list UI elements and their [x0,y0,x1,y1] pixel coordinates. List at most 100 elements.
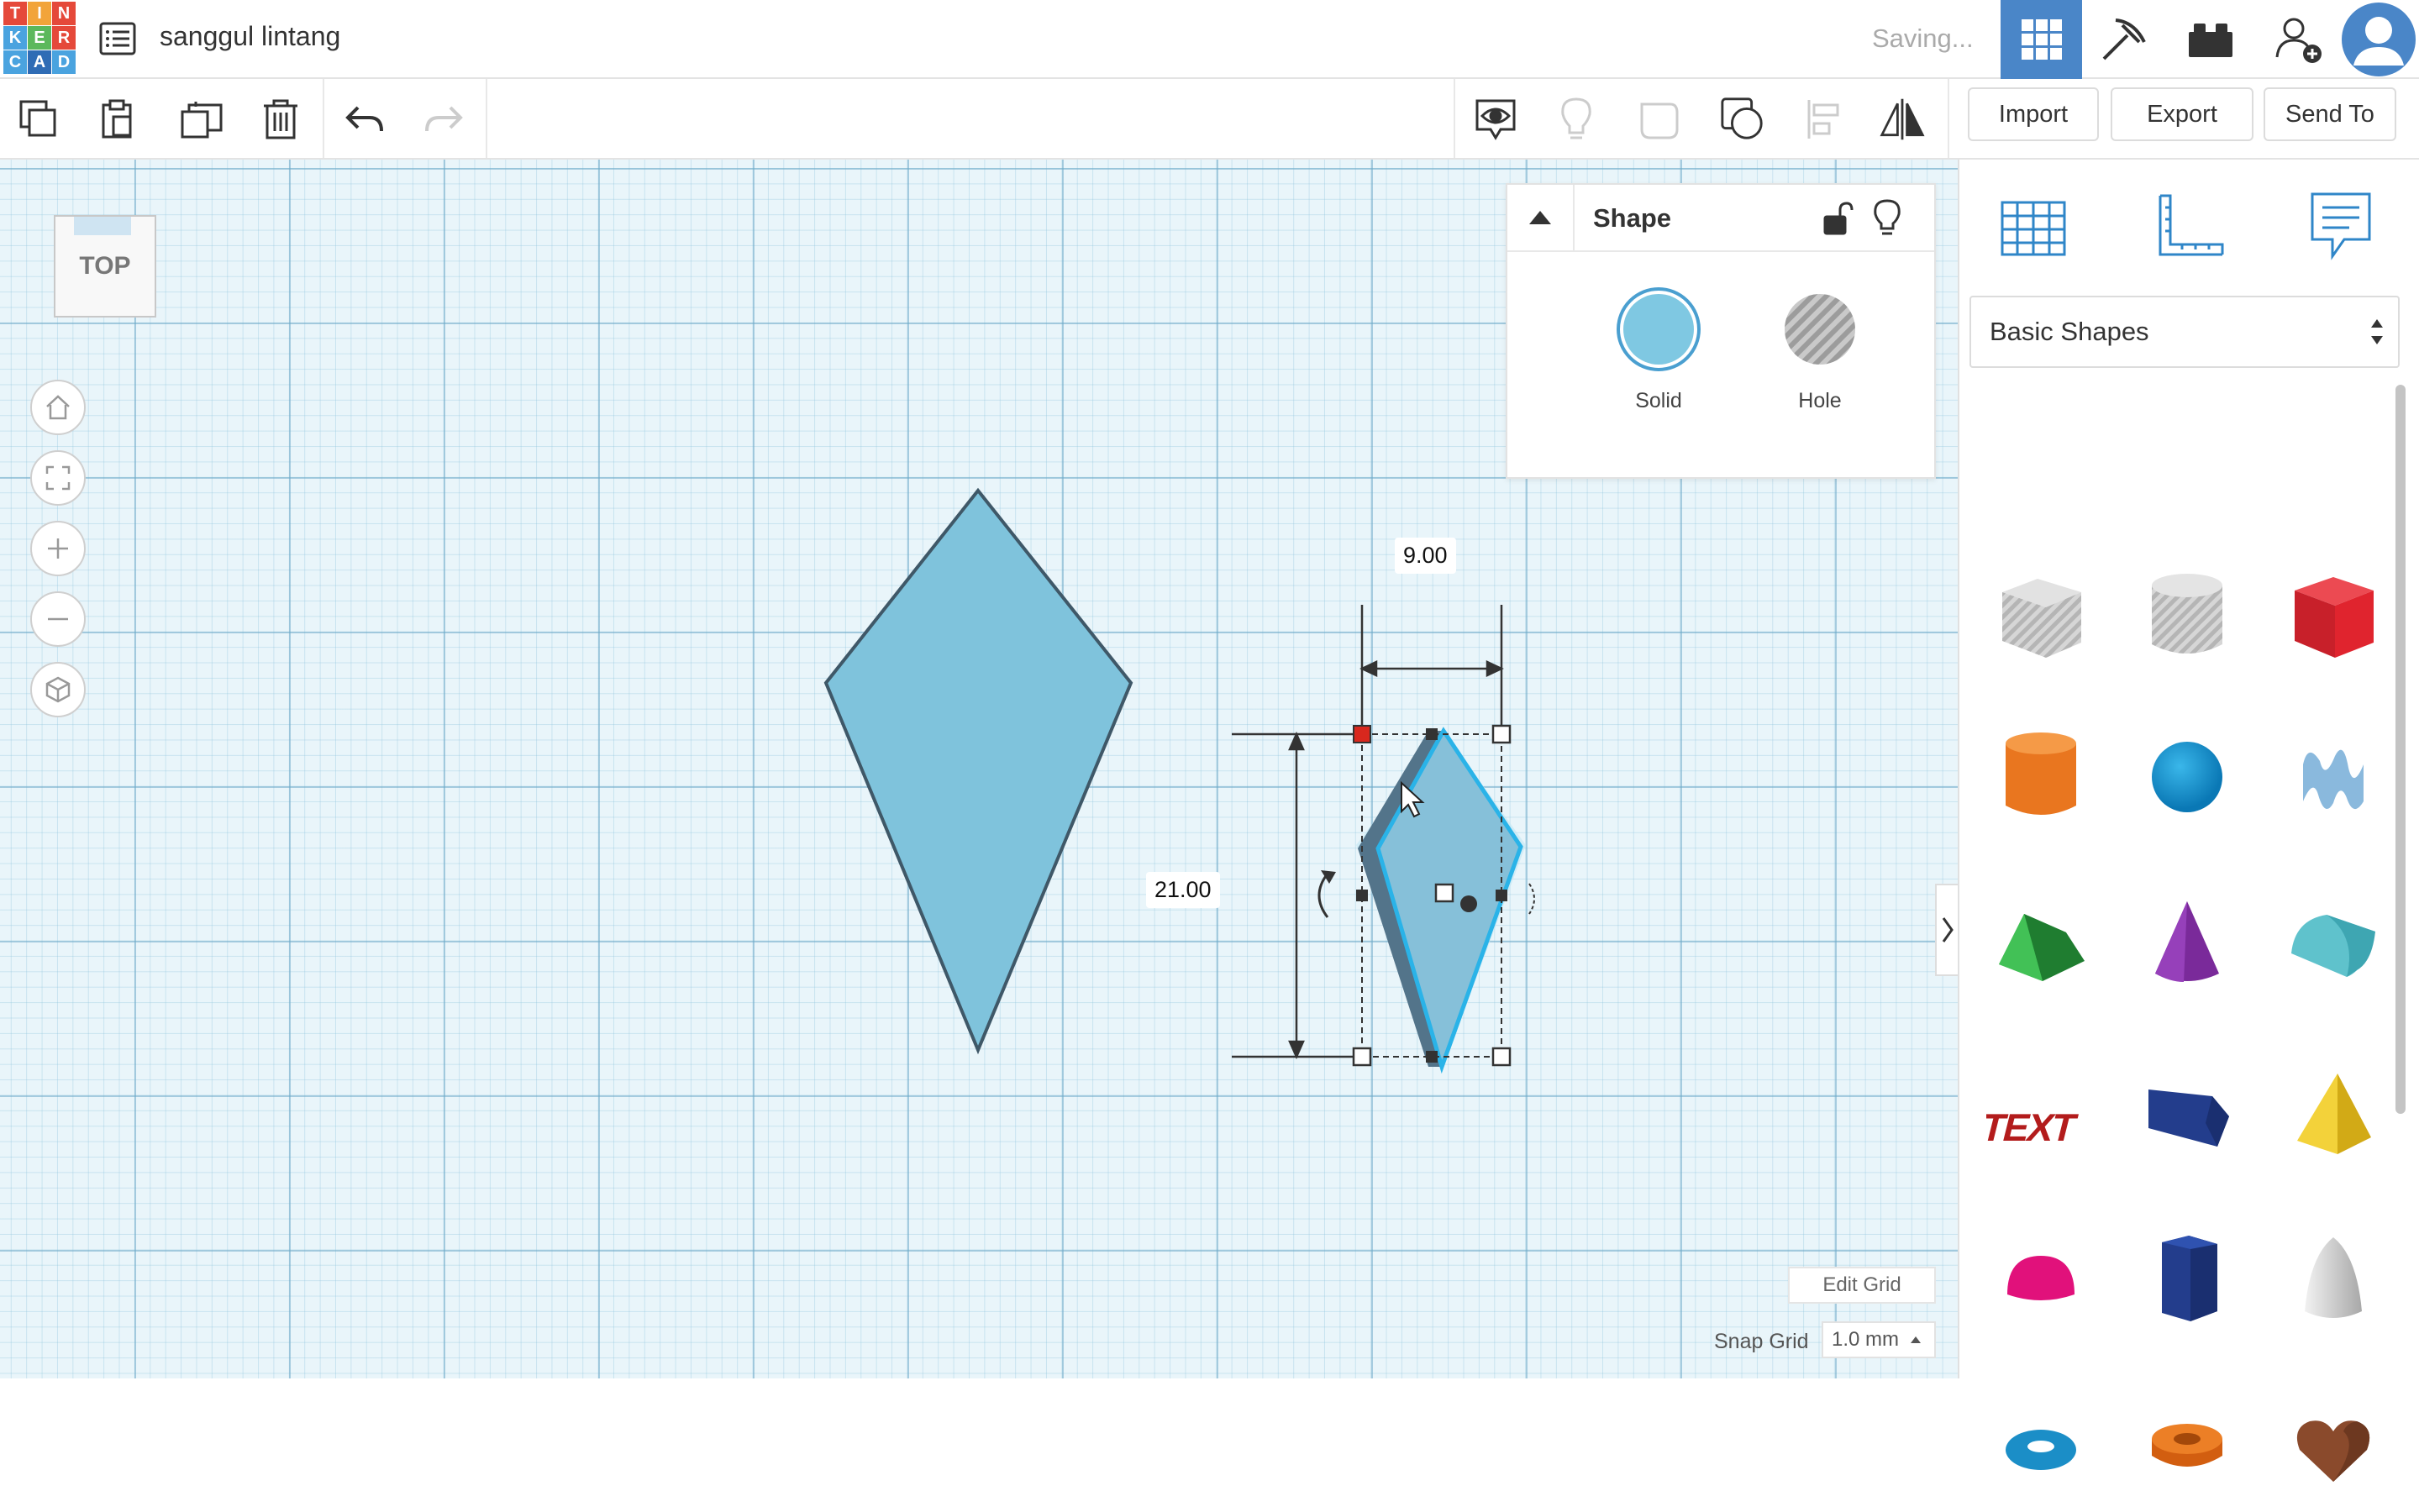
mirror-button[interactable] [1879,96,1926,143]
library-shape-pyramid[interactable] [2270,1050,2396,1176]
brick-icon [2188,24,2232,57]
corner-handle[interactable] [1491,1047,1512,1067]
logo-letter: D [52,50,76,74]
view-cube[interactable]: TOP [54,215,156,318]
view-cube-face-band [74,217,131,235]
library-shape-half-sphere[interactable] [1978,1218,2104,1344]
width-dimension-value[interactable]: 9.00 [1395,538,1456,574]
half-sphere-icon [2007,1256,2075,1300]
text-shape-icon: TEXT [1986,1106,2081,1149]
library-shape-cylinder[interactable] [1978,714,2104,840]
solid-label: Solid [1635,389,1682,412]
logo-letter: K [3,26,27,50]
ruler-icon [2159,194,2224,256]
library-shape-box[interactable] [2270,554,2396,680]
ruler-tool-button[interactable] [2149,186,2230,267]
solid-option[interactable]: Solid [1600,286,1717,413]
cylinder-icon [2006,732,2076,815]
library-shape-box-hole[interactable] [1978,554,2104,680]
workplane-tool-button[interactable] [1993,186,2074,267]
corner-handle[interactable] [1352,1047,1372,1067]
ungroup-button[interactable] [1719,96,1766,143]
align-button[interactable] [1801,96,1848,143]
ungroup-icon [1721,97,1763,139]
inspector-collapse-button[interactable] [1507,185,1575,250]
fit-view-button[interactable] [30,450,86,506]
invite-user-button[interactable] [2259,0,2340,79]
library-scrollbar[interactable] [2395,385,2406,1114]
library-shape-polygon[interactable] [2124,1218,2250,1344]
panel-toggle[interactable] [1935,884,1958,976]
library-shape-wedge[interactable] [2124,1050,2250,1176]
library-shape-cone[interactable] [2124,882,2250,1008]
height-dimension-line [1232,731,1362,1060]
cylinder-hole-icon [2152,574,2222,654]
zoom-out-button[interactable] [30,591,86,647]
library-shape-heart[interactable] [2270,1386,2396,1512]
bricks-view-button[interactable] [2169,0,2251,79]
library-shape-roof[interactable] [1978,882,2104,1008]
lock-button[interactable] [1818,200,1855,237]
shape-grid: TEXT [1959,386,2396,1482]
design-list-button[interactable] [97,18,138,59]
scribble-icon [2303,749,2364,810]
perspective-button[interactable] [30,662,86,717]
height-dimension-value[interactable]: 21.00 [1146,872,1220,908]
library-shape-scribble[interactable] [2270,714,2396,840]
library-shape-tube[interactable] [2124,1386,2250,1512]
library-shape-paraboloid[interactable] [2270,1218,2396,1344]
hide-shape-button[interactable] [1870,198,1907,235]
tinkercad-logo[interactable]: T I N K E R C A D [3,2,76,74]
corner-handle[interactable] [1491,724,1512,744]
duplicate-button[interactable] [178,96,225,143]
snap-grid-select[interactable]: 1.0 mm [1822,1321,1936,1358]
user-avatar[interactable] [2338,0,2419,79]
height-handle[interactable] [1434,883,1454,903]
lightbulb-icon [1561,97,1591,139]
shape-inspector: Shape Solid Hole [1506,183,1936,479]
box-icon [2295,577,2374,658]
paste-icon [102,99,132,139]
logo-letter: N [52,2,76,25]
hole-swatch [1785,294,1855,365]
copy-button[interactable] [15,96,62,143]
undo-button[interactable] [341,96,388,143]
send-to-button[interactable]: Send To [2264,87,2396,141]
3d-design-view-button[interactable] [2001,0,2082,79]
diamond-shape[interactable] [823,487,1133,1055]
edge-handle[interactable] [1496,890,1507,901]
delete-button[interactable] [257,96,304,143]
blocks-view-button[interactable] [2082,0,2164,79]
library-shape-torus[interactable] [1978,1386,2104,1512]
hide-button[interactable] [1553,96,1600,143]
library-shape-sphere[interactable] [2124,714,2250,840]
shape-category-select[interactable]: Basic Shapes [1969,296,2400,368]
library-shape-cylinder-hole[interactable] [2124,554,2250,680]
rotate-handle[interactable] [1528,883,1535,915]
edge-handle[interactable] [1426,1051,1438,1063]
duplicate-icon [181,102,223,139]
center-handle[interactable] [1460,895,1477,912]
edge-handle[interactable] [1356,890,1368,901]
zoom-in-button[interactable] [30,521,86,576]
home-view-button[interactable] [30,380,86,435]
library-shape-round-roof[interactable] [2270,882,2396,1008]
copy-icon [19,100,56,137]
paste-button[interactable] [94,96,141,143]
export-button[interactable]: Export [2111,87,2253,141]
redo-button[interactable] [420,96,467,143]
import-button[interactable]: Import [1968,87,2099,141]
lightbulb-icon [1874,199,1901,235]
edit-grid-button[interactable]: Edit Grid [1788,1267,1936,1304]
edge-handle[interactable] [1426,728,1438,740]
toolbar-divider [1948,79,1949,158]
design-title[interactable]: sanggul lintang [160,21,340,52]
hole-option[interactable]: Hole [1761,286,1879,413]
notes-tool-button[interactable] [2301,186,2381,267]
library-shape-text[interactable]: TEXT [1978,1063,2104,1189]
wedge-icon [2148,1089,2229,1147]
group-button[interactable] [1637,96,1684,143]
corner-handle-red[interactable] [1353,725,1371,743]
show-all-button[interactable] [1472,96,1519,143]
rotate-handle[interactable] [1317,873,1329,918]
